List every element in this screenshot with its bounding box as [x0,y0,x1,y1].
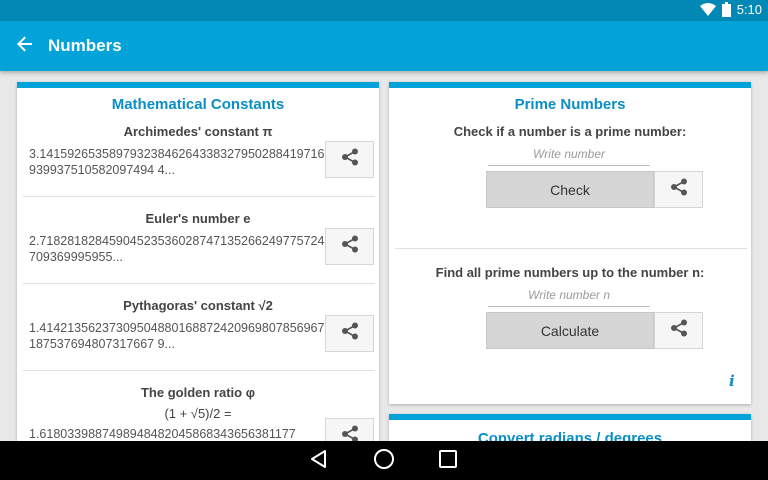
status-bar: 5:10 [0,0,768,21]
circle-home-icon [373,448,395,475]
find-primes-label: Find all prime numbers up to the number … [435,265,705,280]
nav-recents-button[interactable] [436,449,460,473]
navigation-bar [0,441,768,480]
constant-value: 1.6180339887498948482045868343656381177 [29,427,296,441]
arrow-back-icon [17,36,33,57]
share-icon [341,235,359,258]
back-button[interactable] [0,21,50,71]
divider [395,248,747,249]
app-bar: Numbers [0,21,768,71]
share-button[interactable] [325,315,374,352]
constant-name: Euler's number e [145,211,251,226]
divider [23,283,375,284]
constant-name: Archimedes' constant π [123,124,273,139]
number-n-input[interactable]: Write number n [488,285,650,307]
divider [23,370,375,371]
check-prime-label: Check if a number is a prime number: [453,124,687,139]
check-number-input[interactable]: Write number [488,144,650,166]
battery-icon [721,2,731,17]
page-title: Numbers [48,36,122,55]
main-content: Mathematical Constants Archimedes' const… [0,71,768,441]
share-button[interactable] [325,141,374,178]
share-icon [670,178,688,201]
constant-value: 3.14159265358979323846264338327950288419… [29,147,325,177]
divider [23,196,375,197]
constant-name: Pythagoras' constant √2 [123,298,273,313]
share-icon [670,319,688,342]
check-button[interactable]: Check [486,171,654,208]
nav-back-button[interactable] [307,449,331,473]
share-icon [341,148,359,171]
calculate-button[interactable]: Calculate [486,312,654,349]
convert-card: Convert radians / degrees [389,414,751,441]
convert-card-title: Convert radians / degrees [477,430,663,441]
constant-name: The golden ratio φ [140,385,256,400]
share-button[interactable] [654,312,703,349]
prime-card-title: Prime Numbers [514,96,626,113]
wifi-icon [699,3,716,16]
nav-home-button[interactable] [372,448,396,475]
clock-time: 5:10 [736,2,762,17]
constants-card-title: Mathematical Constants [111,96,285,113]
triangle-back-icon [309,449,329,474]
status-icons: 5:10 [699,2,762,17]
info-icon[interactable]: i [729,372,735,390]
share-button[interactable] [325,228,374,265]
share-button[interactable] [654,171,703,208]
share-icon [341,322,359,345]
constant-value: 2.71828182845904523536028747135266249775… [29,234,325,264]
share-button[interactable] [325,418,374,441]
square-recents-icon [438,449,458,474]
prime-numbers-card: Prime Numbers Check if a number is a pri… [389,82,751,404]
constant-value: 1.41421356237309504880168872420969807856… [29,321,325,351]
constants-card: Mathematical Constants Archimedes' const… [17,82,379,441]
share-icon [341,425,359,441]
